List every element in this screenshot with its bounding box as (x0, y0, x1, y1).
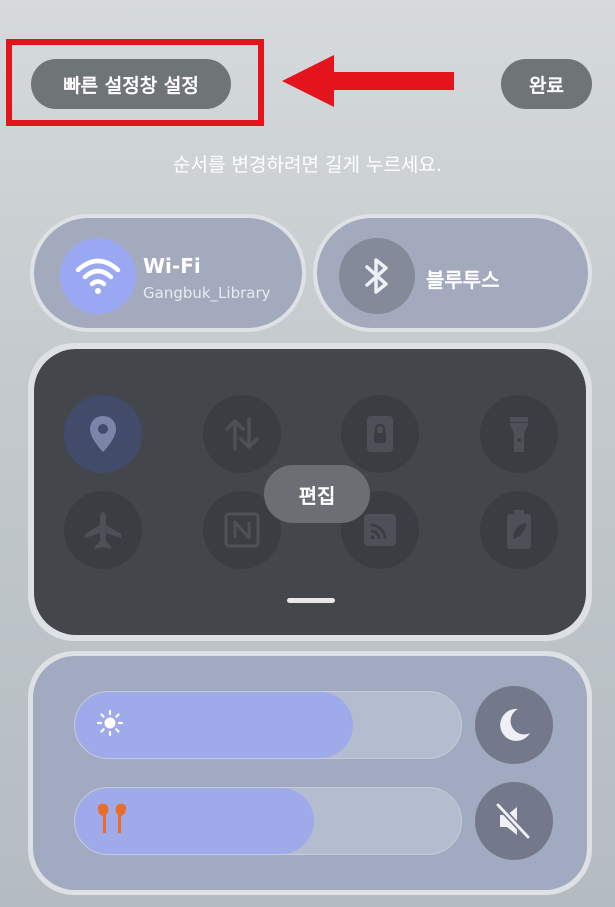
wifi-network-name: Gangbuk_Library (143, 284, 271, 302)
flashlight-icon[interactable] (480, 395, 558, 473)
quick-toggle-panel: 편집 (28, 343, 592, 641)
volume-slider[interactable] (74, 787, 462, 855)
annotation-arrow-icon (282, 55, 454, 107)
slider-panel (28, 651, 592, 895)
earbuds-icon (95, 802, 129, 840)
bluetooth-title: 블루투스 (426, 268, 500, 292)
moon-icon[interactable] (475, 686, 553, 764)
bluetooth-icon[interactable] (339, 238, 415, 314)
drag-handle[interactable] (287, 598, 335, 603)
done-button[interactable]: 완료 (501, 59, 592, 109)
airplane-icon[interactable] (64, 491, 142, 569)
reorder-hint: 순서를 변경하려면 길게 누르세요. (173, 154, 442, 176)
done-label: 완료 (529, 74, 564, 97)
wifi-icon[interactable] (60, 238, 136, 314)
screen-lock-icon[interactable] (341, 395, 419, 473)
brightness-icon (95, 708, 125, 742)
location-icon[interactable] (64, 395, 142, 473)
bluetooth-tile[interactable]: 블루투스 (313, 214, 592, 332)
edit-button[interactable]: 편집 (264, 465, 370, 523)
wifi-title: Wi-Fi (143, 254, 201, 278)
data-transfer-icon[interactable] (203, 395, 281, 473)
annotation-highlight-box (6, 39, 264, 126)
mute-icon[interactable] (475, 782, 553, 860)
wifi-tile[interactable]: Wi-Fi Gangbuk_Library (30, 214, 306, 332)
battery-saver-icon[interactable] (480, 491, 558, 569)
brightness-slider[interactable] (74, 691, 462, 759)
edit-label: 편집 (298, 483, 336, 508)
